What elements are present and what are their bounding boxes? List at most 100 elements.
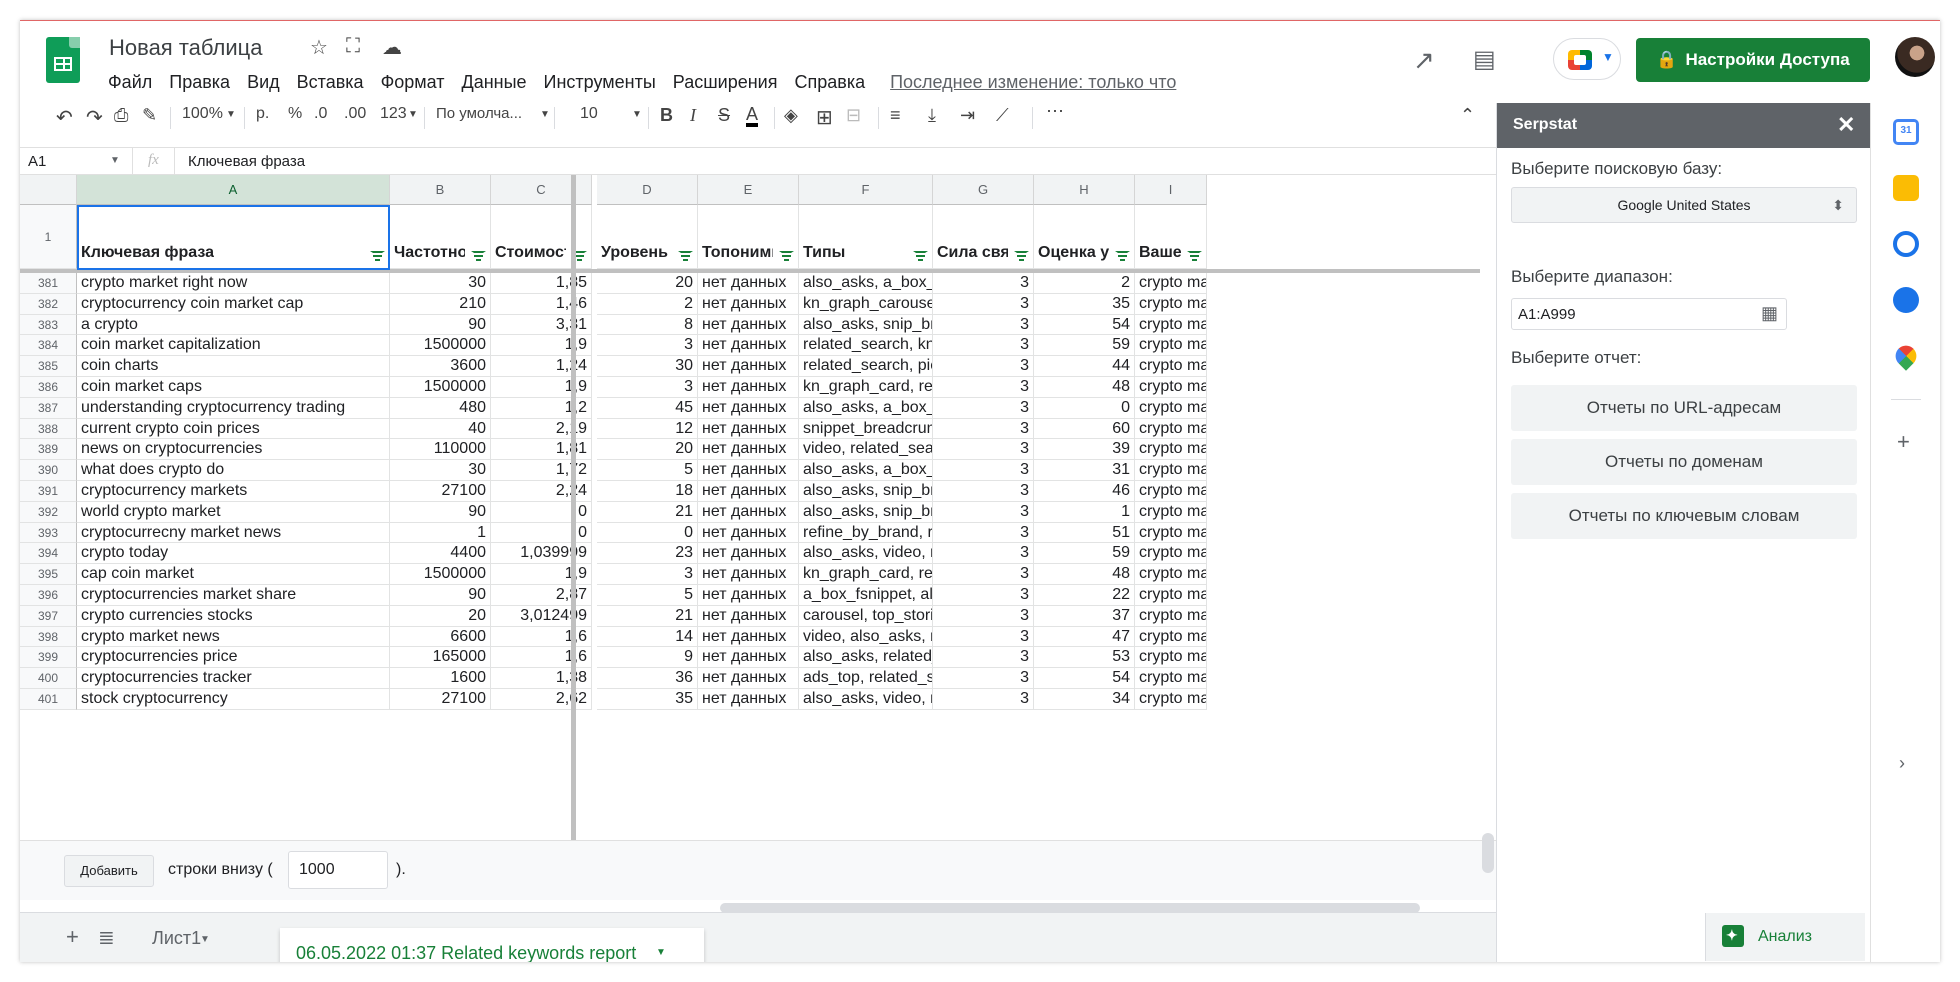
paint-format-icon[interactable]: ✎: [142, 105, 157, 126]
explore-button[interactable]: Анализ данных: [1705, 911, 1865, 961]
url-reports-button[interactable]: Отчеты по URL-адресам: [1511, 385, 1857, 431]
table-cell[interactable]: 18: [597, 481, 698, 502]
formula-input[interactable]: Ключевая фраза: [188, 153, 305, 170]
undo-icon[interactable]: ↶: [56, 105, 73, 130]
meet-button[interactable]: ▼: [1553, 38, 1621, 80]
table-cell[interactable]: 1,9: [491, 377, 592, 398]
sheet-tab-active[interactable]: 06.05.2022 01:37 Related keywords report…: [280, 928, 704, 962]
table-cell[interactable]: 46: [1034, 481, 1135, 502]
table-cell[interactable]: also_asks, snip_breadcrumbs: [799, 314, 933, 336]
table-cell[interactable]: 51: [1034, 522, 1135, 544]
decrease-decimal-button[interactable]: .0: [314, 105, 327, 123]
table-cell[interactable]: 3600: [390, 356, 491, 377]
table-cell[interactable]: also_asks, a_box_fsnippet: [799, 273, 933, 294]
table-cell[interactable]: 3: [597, 377, 698, 398]
header-cell[interactable]: Ключевая фраза: [77, 205, 390, 269]
add-sheet-icon[interactable]: +: [66, 924, 79, 950]
table-cell[interactable]: coin market capitalization: [77, 335, 390, 357]
row-header[interactable]: 397: [20, 605, 77, 627]
row-header[interactable]: 399: [20, 647, 77, 669]
header-cell[interactable]: Частотность: [390, 205, 491, 269]
table-cell[interactable]: understanding cryptocurrency trading: [77, 397, 390, 419]
row-header[interactable]: 391: [20, 481, 77, 502]
table-cell[interactable]: 3: [933, 668, 1034, 689]
table-cell[interactable]: 1,9: [491, 335, 592, 357]
column-header-g[interactable]: G: [933, 175, 1034, 205]
maps-icon[interactable]: [1891, 341, 1921, 371]
row-header[interactable]: 398: [20, 626, 77, 648]
row-header[interactable]: 388: [20, 418, 77, 440]
document-title[interactable]: Новая таблица: [109, 35, 262, 61]
table-cell[interactable]: 3: [933, 439, 1034, 461]
table-cell[interactable]: 90: [390, 314, 491, 336]
table-cell[interactable]: 35: [1034, 293, 1135, 315]
table-cell[interactable]: 1,6: [491, 647, 592, 669]
range-input[interactable]: A1:A999 ▦: [1511, 298, 1787, 330]
table-cell[interactable]: 3: [933, 689, 1034, 710]
table-cell[interactable]: нет данных: [698, 418, 799, 440]
text-color-icon[interactable]: A: [746, 105, 759, 127]
table-cell[interactable]: 3: [933, 585, 1034, 606]
table-cell[interactable]: нет данных: [698, 668, 799, 689]
table-cell[interactable]: also_asks, video, related: [799, 689, 933, 710]
avatar[interactable]: [1895, 37, 1935, 77]
table-cell[interactable]: cryptocurrencies price: [77, 647, 390, 669]
table-cell[interactable]: crypto market: [1135, 377, 1207, 398]
table-cell[interactable]: 54: [1034, 668, 1135, 689]
table-cell[interactable]: нет данных: [698, 335, 799, 357]
column-header-h[interactable]: H: [1034, 175, 1135, 205]
table-cell[interactable]: 27100: [390, 481, 491, 502]
table-cell[interactable]: crypto market: [1135, 418, 1207, 440]
table-cell[interactable]: нет данных: [698, 501, 799, 523]
table-cell[interactable]: what does crypto do: [77, 460, 390, 481]
contacts-icon[interactable]: [1893, 287, 1919, 313]
table-cell[interactable]: kn_graph_card, related: [799, 377, 933, 398]
row-header[interactable]: 387: [20, 397, 77, 419]
more-options-icon[interactable]: ⋯: [1046, 101, 1064, 122]
table-cell[interactable]: crypto market: [1135, 626, 1207, 648]
table-cell[interactable]: 21: [597, 501, 698, 523]
table-cell[interactable]: 59: [1034, 543, 1135, 565]
activity-trend-icon[interactable]: ↗: [1413, 45, 1435, 76]
table-cell[interactable]: 90: [390, 585, 491, 606]
table-cell[interactable]: crypto market right now: [77, 273, 390, 294]
redo-icon[interactable]: ↷: [86, 105, 103, 130]
add-on-plus-icon[interactable]: +: [1897, 429, 1910, 455]
table-cell[interactable]: crypto market: [1135, 356, 1207, 377]
table-cell[interactable]: 3: [933, 605, 1034, 627]
table-cell[interactable]: 34: [1034, 689, 1135, 710]
sheets-logo-icon[interactable]: [46, 37, 80, 83]
table-cell[interactable]: 2,19: [491, 418, 592, 440]
table-cell[interactable]: crypto currencies stocks: [77, 605, 390, 627]
keep-icon[interactable]: [1893, 175, 1919, 201]
name-box[interactable]: A1: [28, 153, 46, 170]
table-cell[interactable]: crypto market: [1135, 668, 1207, 689]
table-cell[interactable]: 3: [933, 335, 1034, 357]
header-cell[interactable]: Оценка уровня: [1034, 205, 1135, 269]
domain-reports-button[interactable]: Отчеты по доменам: [1511, 439, 1857, 485]
table-cell[interactable]: нет данных: [698, 647, 799, 669]
table-cell[interactable]: 54: [1034, 314, 1135, 336]
table-cell[interactable]: 30: [390, 273, 491, 294]
table-cell[interactable]: 30: [597, 356, 698, 377]
table-cell[interactable]: carousel, top_stories,: [799, 605, 933, 627]
table-cell[interactable]: crypto market: [1135, 460, 1207, 481]
font-select[interactable]: По умолча...: [436, 105, 522, 122]
table-cell[interactable]: 48: [1034, 564, 1135, 585]
table-cell[interactable]: 3: [933, 397, 1034, 419]
table-cell[interactable]: нет данных: [698, 481, 799, 502]
table-cell[interactable]: 1500000: [390, 335, 491, 357]
table-cell[interactable]: 1: [390, 522, 491, 544]
table-cell[interactable]: also_asks, a_box_fsnippet: [799, 460, 933, 481]
font-size-select[interactable]: 10: [580, 105, 598, 123]
table-cell[interactable]: 110000: [390, 439, 491, 461]
table-cell[interactable]: crypto market: [1135, 397, 1207, 419]
table-cell[interactable]: 3: [933, 293, 1034, 315]
table-cell[interactable]: 39: [1034, 439, 1135, 461]
header-cell[interactable]: Топонимы: [698, 205, 799, 269]
row-header[interactable]: 1: [20, 205, 77, 269]
filter-icon[interactable]: [1187, 251, 1202, 261]
table-cell[interactable]: coin market caps: [77, 377, 390, 398]
table-cell[interactable]: crypto market: [1135, 522, 1207, 544]
header-cell[interactable]: Типы: [799, 205, 933, 269]
